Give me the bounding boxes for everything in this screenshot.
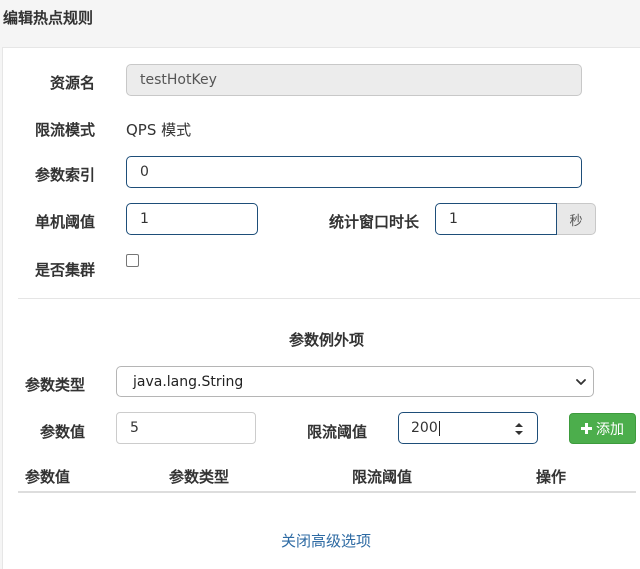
table-header-actions: 操作	[536, 468, 567, 486]
title-bar: 编辑热点规则	[0, 0, 640, 44]
add-button[interactable]: 添加	[569, 413, 636, 444]
table-header-param-value: 参数值	[25, 468, 71, 486]
page-title: 编辑热点规则	[3, 9, 94, 27]
add-button-label: 添加	[596, 421, 624, 438]
threshold-label: 单机阈值	[35, 213, 96, 231]
close-advanced-link[interactable]: 关闭高级选项	[281, 530, 371, 551]
param-type-selected: java.lang.String	[133, 373, 244, 390]
cluster-label: 是否集群	[35, 261, 96, 279]
spinner-arrows-icon[interactable]	[513, 421, 525, 437]
window-input[interactable]: 1	[435, 203, 557, 235]
section-divider	[18, 298, 640, 299]
cluster-checkbox[interactable]	[126, 254, 139, 267]
exceptions-title: 参数例外项	[289, 331, 365, 349]
table-header-divider	[18, 491, 636, 493]
param-index-input[interactable]: 0	[126, 156, 582, 188]
param-type-label: 参数类型	[25, 376, 86, 394]
limit-threshold-input[interactable]: 200	[398, 412, 538, 444]
table-header-limit-threshold: 限流阈值	[352, 468, 413, 486]
param-value-label: 参数值	[40, 423, 86, 441]
param-value-input[interactable]: 5	[116, 412, 256, 444]
threshold-input[interactable]: 1	[126, 203, 258, 235]
resource-input: testHotKey	[126, 64, 582, 96]
plus-icon	[581, 423, 592, 434]
resource-label: 资源名	[50, 74, 96, 92]
edit-panel: 资源名 testHotKey 限流模式 QPS 模式 参数索引 0 单机阈值 1…	[2, 47, 640, 569]
text-cursor	[438, 420, 440, 436]
limit-mode-label: 限流模式	[35, 121, 96, 139]
table-header-param-type: 参数类型	[169, 468, 230, 486]
chevron-down-icon	[576, 379, 586, 385]
limit-threshold-label: 限流阈值	[307, 423, 368, 441]
limit-mode-value: QPS 模式	[126, 121, 192, 139]
window-label: 统计窗口时长	[329, 213, 420, 231]
param-type-select[interactable]: java.lang.String	[116, 366, 594, 397]
param-index-label: 参数索引	[35, 166, 96, 184]
limit-threshold-value: 200	[411, 420, 438, 436]
window-unit-addon: 秒	[557, 203, 596, 235]
